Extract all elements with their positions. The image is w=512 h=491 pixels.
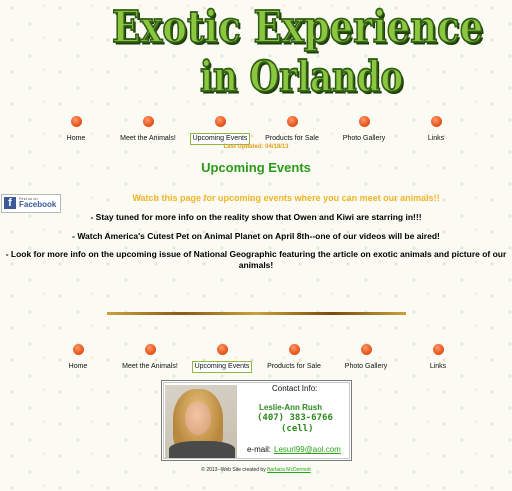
news-item: - Stay tuned for more info on the realit… (90, 212, 422, 222)
logo-title-line1: Exotic Experience (111, 0, 484, 54)
contact-phone-note: (cell) (281, 424, 314, 434)
contact-phone: (407) 383-6766 (257, 413, 333, 423)
nav-label: Products for Sale (267, 363, 321, 370)
nav-label: Upcoming Events (191, 361, 253, 373)
contact-photo (165, 385, 237, 458)
footer-credit-link[interactable]: Barbara McDermott (267, 467, 311, 473)
nav-label: Links (427, 135, 445, 142)
nav-bullet-icon (358, 116, 370, 127)
nav-label: Photo Gallery (342, 135, 386, 142)
last-updated-text: Last Updated: 04/18/13 (223, 144, 289, 150)
nav-bullet-icon (216, 344, 228, 355)
nav-item-links[interactable]: Links (391, 116, 481, 145)
page-title: Upcoming Events (201, 160, 311, 175)
logo-title-line2: in Orlando (199, 51, 404, 103)
bottom-nav: Home Meet the Animals! Upcoming Events P… (0, 344, 512, 373)
news-item: - Look for more info on the upcoming iss… (5, 249, 507, 270)
contact-label: Contact Info: (272, 384, 318, 393)
nav-bullet-icon (214, 116, 226, 127)
footer-text: © 2013--Web Site created by (201, 467, 268, 473)
footer: © 2013--Web Site created by Barbara McDe… (0, 467, 512, 473)
nav-label: Meet the Animals! (122, 363, 178, 370)
nav-bullet-icon (144, 344, 156, 355)
site-logo: Exotic Experience in Orlando (108, 0, 484, 110)
nav-bullet-icon (430, 116, 442, 127)
nav-label: Home (68, 363, 88, 370)
contact-name: Leslie-Ann Rush (259, 403, 323, 412)
nav-bullet-icon (432, 344, 444, 355)
contact-info-box: Contact Info: Leslie-Ann Rush (407) 383-… (161, 380, 352, 461)
nav-label: Meet the Animals! (120, 135, 176, 142)
nav-bullet-icon (70, 116, 82, 127)
email-link[interactable]: Lesurl99@aol.com (274, 445, 341, 454)
nav-label: Products for Sale (265, 135, 319, 142)
photo-face (185, 401, 211, 435)
nav-bullet-icon (72, 344, 84, 355)
nav-bullet-icon (142, 116, 154, 127)
nav-item-links[interactable]: Links (393, 344, 483, 373)
nav-bullet-icon (288, 344, 300, 355)
email-label: e-mail: (247, 445, 272, 454)
photo-shirt (169, 441, 235, 458)
news-item: - Watch America's Cutest Pet on Animal P… (72, 231, 440, 241)
contact-info-inner: Contact Info: Leslie-Ann Rush (407) 383-… (163, 382, 350, 459)
decorative-divider (107, 312, 406, 315)
nav-label: Photo Gallery (344, 363, 388, 370)
nav-bullet-icon (360, 344, 372, 355)
nav-label: Home (66, 135, 86, 142)
nav-bullet-icon (286, 116, 298, 127)
nav-label: Links (429, 363, 447, 370)
intro-text: Watch this page for upcoming events wher… (132, 193, 440, 203)
top-nav: Home Meet the Animals! Upcoming Events P… (0, 116, 512, 145)
